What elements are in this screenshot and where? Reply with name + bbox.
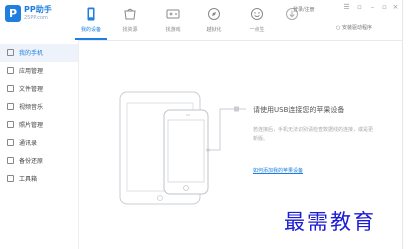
app-name: PP助手 — [24, 5, 52, 14]
device-illustration — [119, 91, 246, 205]
tab-label: 找资源 — [122, 27, 138, 33]
tab-resources[interactable]: 找资源 — [114, 7, 146, 37]
sidebar-item-my-phone[interactable]: 我的手机 — [0, 44, 78, 62]
sidebar-item-label: 照片管理 — [19, 122, 44, 129]
sidebar-item-apps[interactable]: 应用管理 — [0, 62, 78, 80]
tab-my-device[interactable]: 我的设备 — [75, 7, 107, 40]
folder-icon — [7, 85, 14, 92]
photo-icon — [7, 121, 14, 128]
sidebar-item-photos[interactable]: 照片管理 — [0, 116, 78, 134]
sidebar-item-files[interactable]: 文件管理 — [0, 80, 78, 98]
grid-icon — [7, 67, 14, 74]
toolbox-icon — [7, 175, 14, 182]
login-register-link[interactable]: 登录/注册 — [293, 6, 315, 13]
restore-icon[interactable]: ▫ — [380, 3, 389, 11]
sidebar-item-label: 通讯录 — [19, 140, 38, 147]
active-tab-indicator — [75, 38, 107, 40]
tab-label: 越狱化 — [206, 27, 222, 33]
tab-games[interactable]: 找游戏 — [157, 7, 189, 37]
sidebar: 我的手机 应用管理 文件管理 视频音乐 照片管理 通讯录 备份还原 工具箱 — [0, 40, 79, 249]
install-driver-label: 安装驱动程序 — [341, 25, 372, 31]
sidebar-item-media[interactable]: 视频音乐 — [0, 98, 78, 116]
tab-label: 找游戏 — [165, 27, 181, 33]
smiley-icon — [251, 8, 263, 20]
sidebar-item-label: 文件管理 — [19, 86, 44, 93]
connect-description: 若连接后，手机无法识别请检查数据线的连接，或是更新版。 — [253, 127, 374, 142]
gamepad-icon — [166, 9, 180, 19]
sidebar-item-label: 我的手机 — [19, 50, 44, 57]
help-link[interactable]: 如何添加我的苹果设备 — [253, 167, 303, 174]
contacts-icon — [7, 139, 14, 146]
watermark-text: 最需教育 — [284, 210, 376, 234]
tab-label: 我的设备 — [80, 27, 101, 33]
sidebar-item-toolbox[interactable]: 工具箱 — [0, 170, 78, 188]
tab-jailbreak[interactable]: 越狱化 — [198, 7, 230, 37]
sidebar-item-contacts[interactable]: 通讯录 — [0, 134, 78, 152]
backup-icon — [7, 157, 14, 164]
sidebar-item-label: 工具箱 — [19, 176, 38, 183]
menu-icon[interactable]: ☰ — [342, 3, 351, 11]
close-icon[interactable]: × — [391, 3, 400, 11]
phone-icon — [87, 7, 95, 21]
phone-icon — [7, 49, 14, 56]
sidebar-item-backup[interactable]: 备份还原 — [0, 152, 78, 170]
minimize-icon[interactable]: – — [368, 3, 377, 11]
app-subtitle: 25PP.com — [24, 15, 48, 21]
tab-label: 一点生 — [249, 27, 265, 33]
store-icon — [124, 8, 136, 20]
sidebar-item-label: 视频音乐 — [19, 104, 44, 111]
video-icon — [7, 103, 14, 110]
app-logo-icon: P — [5, 5, 21, 22]
tab-fun[interactable]: 一点生 — [241, 7, 273, 37]
connect-headline: 请使用USB连接您的苹果设备 — [253, 106, 345, 114]
top-toolbar: P PP助手 25PP.com 我的设备 找资源 找游戏 越狱化 一点生 登录/… — [0, 0, 402, 41]
sidebar-item-label: 应用管理 — [19, 68, 44, 75]
skin-icon[interactable]: ▫ — [355, 3, 364, 11]
compass-icon — [208, 8, 220, 20]
install-driver-link[interactable]: ○ 安装驱动程序 — [336, 24, 372, 31]
sidebar-item-label: 备份还原 — [19, 158, 44, 165]
